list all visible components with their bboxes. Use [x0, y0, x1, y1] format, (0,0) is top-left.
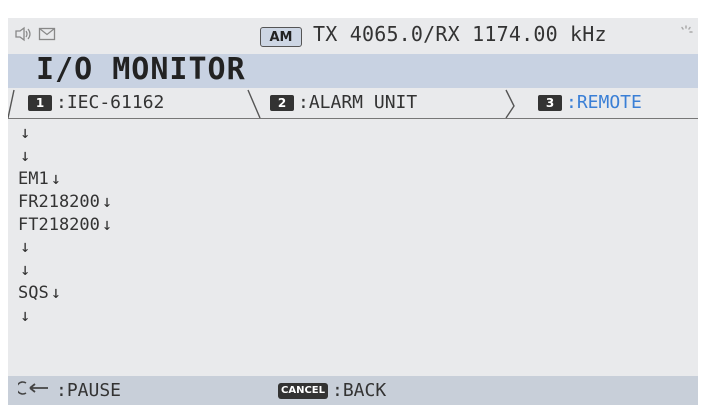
status-bar: AM TX 4065.0/RX 1174.00 kHz: [8, 18, 698, 54]
monitor-line: ↓: [18, 145, 678, 168]
tab-number-3: 3: [538, 94, 562, 111]
monitor-line: ↓: [18, 236, 678, 259]
mail-icon: [38, 26, 56, 46]
radio-display-screen: AM TX 4065.0/RX 1174.00 kHz I/O MONITOR …: [8, 18, 698, 405]
line-end-arrow-icon: ↓: [101, 214, 113, 235]
enter-key-icon: [15, 380, 50, 401]
tab-number-1: 1: [28, 94, 52, 111]
monitor-line: FR218200 ↓: [18, 191, 113, 212]
status-icons: [14, 26, 56, 46]
frequency-readout: TX 4065.0/RX 1174.00 kHz: [313, 22, 607, 46]
pause-hint[interactable]: :PAUSE: [15, 380, 122, 401]
monitor-line: FT218200 ↓: [18, 214, 113, 235]
tab-remote[interactable]: 3 :REMOTE: [538, 92, 642, 113]
tab-label: :IEC-61162: [56, 92, 165, 113]
page-title: I/O MONITOR: [36, 52, 246, 87]
cancel-key-icon: CANCEL: [278, 382, 328, 399]
line-end-arrow-icon: ↓: [20, 260, 31, 281]
speaker-icon: [14, 26, 34, 46]
monitor-line: ↓: [18, 304, 678, 327]
monitor-line: EM1 ↓: [18, 168, 61, 189]
monitor-output: ↓ ↓ EM1 ↓ FR218200 ↓ FT218200 ↓ ↓ ↓ SQS ↓ ↓: [18, 122, 678, 327]
line-end-arrow-icon: ↓: [20, 123, 31, 144]
line-end-arrow-icon: ↓: [20, 305, 31, 326]
line-end-arrow-icon: ↓: [50, 282, 61, 303]
title-bar: I/O MONITOR: [8, 52, 698, 88]
tab-label: :ALARM UNIT: [298, 92, 418, 113]
back-hint[interactable]: CANCEL :BACK: [278, 380, 386, 401]
tab-bar: 1 :IEC-61162 2 :ALARM UNIT 3 :REMOTE: [8, 88, 698, 120]
tab-iec-61162[interactable]: 1 :IEC-61162: [28, 92, 164, 113]
pause-label: :PAUSE: [56, 380, 122, 401]
monitor-line: ↓: [18, 122, 678, 145]
line-end-arrow-icon: ↓: [20, 146, 31, 167]
tab-label: :REMOTE: [566, 92, 642, 113]
monitor-line: ↓: [18, 259, 678, 282]
line-end-arrow-icon: ↓: [101, 191, 113, 212]
am-mode-badge: AM: [260, 27, 302, 47]
back-label: :BACK: [332, 380, 387, 401]
tab-number-2: 2: [270, 94, 294, 111]
line-end-arrow-icon: ↓: [50, 168, 61, 189]
monitor-line: SQS ↓: [18, 282, 61, 303]
line-end-arrow-icon: ↓: [20, 237, 31, 258]
soft-key-bar: :PAUSE CANCEL :BACK: [8, 376, 698, 405]
tab-alarm-unit[interactable]: 2 :ALARM UNIT: [270, 92, 417, 113]
busy-spinner-icon: [678, 24, 694, 44]
